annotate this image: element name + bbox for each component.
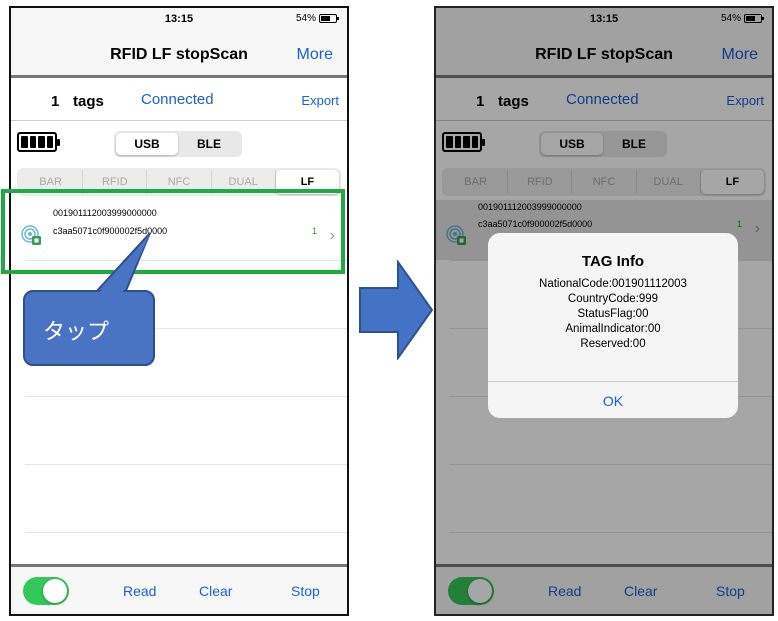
bottom-toolbar: Read Clear Stop: [11, 564, 347, 614]
more-button[interactable]: More: [297, 46, 333, 64]
alert-ok-button[interactable]: OK: [488, 393, 738, 409]
arrow-right-icon: [359, 260, 434, 360]
alert-message: NationalCode:001901112003 CountryCode:99…: [488, 277, 738, 352]
tap-highlight-box: [1, 189, 345, 274]
alert-line-reserved: Reserved:00: [580, 338, 646, 350]
alert-line-country-code: CountryCode:999: [567, 293, 659, 305]
alert-line-status-flag: StatusFlag:00: [577, 308, 649, 320]
clear-button[interactable]: Clear: [199, 583, 232, 599]
alert-line-national-code: NationalCode:001901112003: [539, 278, 687, 290]
empty-row: [25, 396, 347, 464]
battery-percent: 54%: [295, 13, 316, 24]
tap-callout: タップ: [23, 290, 155, 366]
segment-ble[interactable]: BLE: [178, 133, 240, 155]
nav-bar: RFID LF stopScan More: [11, 30, 347, 78]
connection-status: Connected: [141, 91, 214, 108]
battery-icon: [319, 14, 339, 23]
connection-row: USB BLE: [11, 124, 347, 164]
status-bar: 13:15 54%: [11, 8, 347, 30]
scan-toggle[interactable]: [23, 577, 69, 605]
alert-title: TAG Info: [581, 253, 645, 270]
callout-text: タップ: [43, 320, 110, 345]
alert-line-animal-indicator: AnimalIndicator:00: [565, 323, 661, 335]
stop-button[interactable]: Stop: [291, 583, 320, 599]
export-button[interactable]: Export: [301, 93, 339, 108]
connection-type-segment: USB BLE: [114, 131, 242, 157]
segment-usb[interactable]: USB: [116, 133, 178, 155]
empty-row: [25, 464, 347, 532]
tag-info-alert: TAG Info NationalCode:001901112003 Count…: [488, 233, 738, 418]
info-row: 1 tags Connected Export: [11, 81, 347, 121]
tag-count: 1: [51, 93, 60, 110]
reader-battery-icon: [17, 132, 60, 152]
tags-label: tags: [73, 93, 104, 110]
status-battery: 54%: [295, 13, 339, 24]
alert-divider: [488, 381, 738, 382]
read-button[interactable]: Read: [123, 583, 156, 599]
right-phone-screen: 13:15 54% RFID LF stopScan More 1 tags C…: [434, 6, 774, 616]
